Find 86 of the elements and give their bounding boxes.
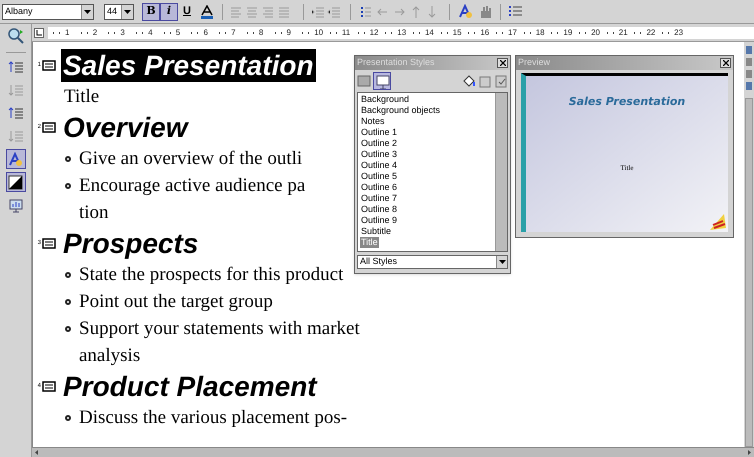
tab-stop-icon[interactable] xyxy=(34,28,44,38)
italic-button[interactable]: i xyxy=(160,2,178,20)
ruler-number: 7 xyxy=(231,26,236,38)
style-list-item[interactable]: Outline 3 xyxy=(360,149,398,160)
ruler-number: 23 xyxy=(674,26,684,38)
list-icon[interactable] xyxy=(509,5,523,18)
style-list-item[interactable]: Background xyxy=(360,94,410,105)
ruler-number: 5 xyxy=(176,26,180,38)
ruler-number: 15 xyxy=(452,26,462,38)
style-list-item[interactable]: Outline 2 xyxy=(360,138,398,149)
outline-text: Support your statements with market xyxy=(79,317,360,341)
logo-icon xyxy=(709,213,727,231)
outline-text: Give an overview of the outli xyxy=(79,147,302,171)
ruler-number: 17 xyxy=(508,26,517,38)
style-list-item[interactable]: Outline 9 xyxy=(360,215,398,226)
ruler-number: 14 xyxy=(424,26,434,38)
bullet-icon xyxy=(65,183,71,189)
ruler-number: 16 xyxy=(480,26,490,38)
style-list-item[interactable]: Title xyxy=(360,237,379,248)
update-style-icon[interactable] xyxy=(494,74,508,88)
ruler-number: 21 xyxy=(618,26,628,38)
outline-text: Discuss the various placement pos- xyxy=(79,406,348,430)
font-color-icon[interactable] xyxy=(200,4,214,18)
graphics-styles-icon[interactable] xyxy=(357,74,371,88)
presentation-styles-icon[interactable] xyxy=(373,72,391,90)
slide-icon xyxy=(42,122,56,133)
font-name-field[interactable]: Albany xyxy=(2,4,94,20)
outline-text: Point out the target group xyxy=(79,290,273,314)
formatting-icon[interactable] xyxy=(6,149,26,169)
style-list-item[interactable]: Notes xyxy=(360,116,386,127)
slide-icon xyxy=(42,60,56,71)
ruler-number: 22 xyxy=(646,26,656,38)
bold-button[interactable]: B xyxy=(142,2,160,20)
ruler-number: 13 xyxy=(397,26,406,38)
outline-text: State the prospects for this product xyxy=(79,263,344,287)
underline-button[interactable]: U xyxy=(178,2,196,20)
slide-title: Prospects xyxy=(62,227,200,260)
style-list-item[interactable]: Outline 7 xyxy=(360,193,398,204)
window-title: Presentation Styles xyxy=(357,56,435,70)
slide-title: Sales Presentation xyxy=(61,49,316,82)
ruler-number: 9 xyxy=(286,26,291,38)
ruler-number: 11 xyxy=(342,26,350,38)
style-list-item[interactable]: Outline 6 xyxy=(360,182,398,193)
ruler-number: 20 xyxy=(591,26,600,38)
style-list-item[interactable]: Outline 5 xyxy=(360,171,398,182)
ruler-number: 3 xyxy=(120,26,125,38)
outline-text: tion xyxy=(79,201,109,225)
horizontal-scrollbar[interactable] xyxy=(32,447,754,457)
bullet-icon xyxy=(65,415,71,421)
contrast-icon[interactable] xyxy=(6,172,26,192)
outline-text: analysis xyxy=(79,344,140,368)
window-title: Preview xyxy=(518,56,550,70)
ruler-number: 1 xyxy=(65,26,70,38)
ruler-number: 10 xyxy=(314,26,324,38)
bullet-icon xyxy=(65,272,71,278)
ruler-number: 19 xyxy=(563,26,572,38)
style-list-item[interactable]: Outline 4 xyxy=(360,160,398,171)
style-list-item[interactable]: Background objects xyxy=(360,105,442,116)
style-list-item[interactable]: Subtitle xyxy=(360,226,392,237)
zoom-icon[interactable] xyxy=(8,28,24,44)
formatting-icon[interactable] xyxy=(458,4,474,19)
ruler-number: 12 xyxy=(370,26,378,38)
ruler-number: 4 xyxy=(148,26,153,38)
ruler-number: 8 xyxy=(258,26,264,38)
ruler-number: 18 xyxy=(536,26,545,38)
ruler-number: 2 xyxy=(92,26,98,38)
outline-text: Encourage active audience pa xyxy=(79,174,306,198)
slide-title: Product Placement xyxy=(62,370,318,403)
style-filter-dropdown[interactable]: All Styles xyxy=(357,255,508,269)
bullet-icon xyxy=(65,299,71,305)
style-list-item[interactable]: Outline 8 xyxy=(360,204,398,215)
slide-title: Overview xyxy=(62,111,190,144)
outline-text: Title xyxy=(64,85,100,109)
slide-title: Sales Presentation xyxy=(568,94,686,110)
bullet-icon xyxy=(65,326,71,332)
vertical-scrollbar[interactable] xyxy=(745,98,753,447)
fill-format-icon[interactable] xyxy=(462,74,476,88)
font-size-field[interactable]: 44 xyxy=(104,4,134,20)
list-scrollbar[interactable] xyxy=(495,93,507,251)
slide-icon xyxy=(42,381,56,392)
bullet-icon xyxy=(65,156,71,162)
style-list-item[interactable]: Outline 1 xyxy=(360,127,398,138)
close-button[interactable] xyxy=(720,58,731,68)
ruler-number: 6 xyxy=(203,26,208,38)
close-button[interactable] xyxy=(497,58,508,68)
slide-icon xyxy=(42,238,56,249)
